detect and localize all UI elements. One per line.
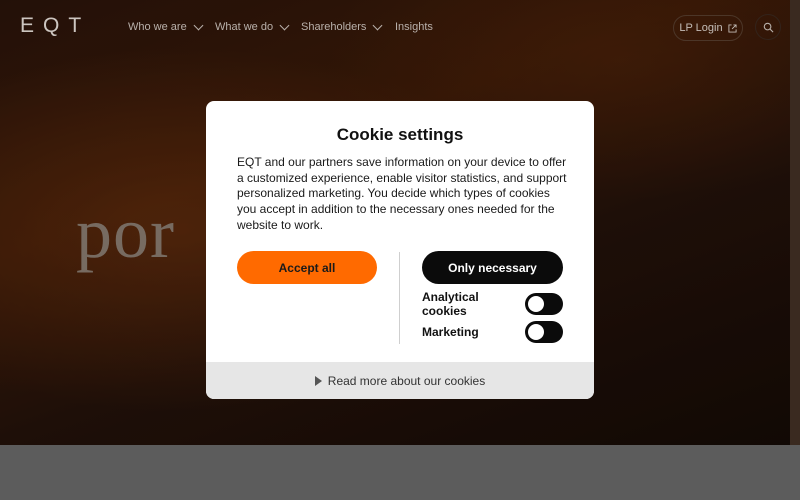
scrollbar[interactable] [790,0,800,445]
toggle-knob [528,296,545,312]
analytical-cookies-row: Analytical cookies [422,290,563,318]
analytical-cookies-toggle[interactable] [525,293,563,315]
toggle-label: Marketing [422,325,479,339]
toggle-knob [528,324,544,340]
marketing-cookies-row: Marketing [422,321,563,343]
marketing-cookies-toggle[interactable] [525,321,563,343]
only-necessary-button[interactable]: Only necessary [422,251,563,284]
dialog-title: Cookie settings [336,125,464,144]
read-more-label: Read more about our cookies [327,373,486,388]
dialog-description: EQT and our partners save information on… [237,155,567,232]
toggle-label: Analytical cookies [422,290,479,318]
page-lower-section [0,445,800,500]
cookie-settings-dialog: Cookie settings EQT and our partners sav… [206,101,594,399]
vertical-divider [399,252,400,344]
accept-all-button[interactable]: Accept all [237,251,377,284]
caret-right-icon [314,375,322,386]
read-more-cookies-link[interactable]: Read more about our cookies [206,362,594,399]
